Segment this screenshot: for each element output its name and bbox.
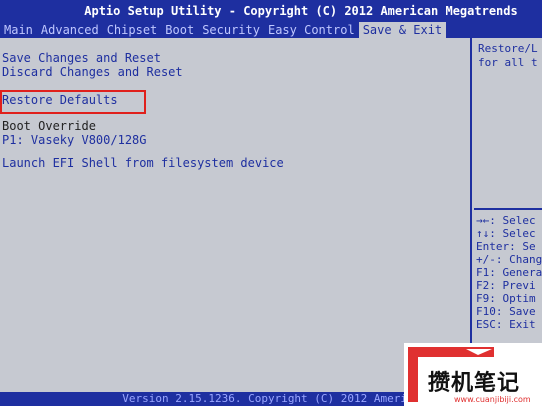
key-hint: F2: Previ xyxy=(476,279,536,292)
menu-main[interactable]: Main xyxy=(0,22,37,38)
watermark-url: www.cuanjibiji.com xyxy=(454,395,531,404)
option-boot-device[interactable]: P1: Vaseky V800/128G xyxy=(2,133,147,147)
help-divider xyxy=(474,208,542,210)
menu-bar: Main Advanced Chipset Boot Security Easy Cont… xyxy=(0,22,542,38)
menu-easy-control[interactable]: Easy Control xyxy=(264,22,359,38)
watermark-text: 攒机笔记 xyxy=(428,371,521,396)
title-bar: Aptio Setup Utility - Copyright (C) 2012… xyxy=(0,0,542,22)
boot-override-heading: Boot Override xyxy=(2,119,96,133)
watermark: 攒机笔记 www.cuanjibiji.com xyxy=(404,343,542,406)
key-hint: Enter: Se xyxy=(476,240,536,253)
option-save-changes-reset[interactable]: Save Changes and Reset xyxy=(2,51,161,65)
key-hint: F9: Optim xyxy=(476,292,536,305)
menu-save-exit[interactable]: Save & Exit xyxy=(358,22,447,38)
option-restore-defaults[interactable]: Restore Defaults xyxy=(2,93,118,107)
key-hint: →←: Selec xyxy=(476,214,536,227)
help-line: Restore/L xyxy=(478,42,538,55)
option-launch-efi-shell[interactable]: Launch EFI Shell from filesystem device xyxy=(2,156,284,170)
help-description: Restore/L for all t xyxy=(478,42,538,70)
menu-advanced[interactable]: Advanced xyxy=(37,22,103,38)
key-hint: F10: Save xyxy=(476,305,536,318)
help-panel: Restore/L for all t →←: Selec ↑↓: Selec … xyxy=(474,38,542,393)
key-hint: F1: Genera xyxy=(476,266,542,279)
menu-chipset[interactable]: Chipset xyxy=(103,22,162,38)
key-hint: +/-: Chang xyxy=(476,253,542,266)
key-hint: ↑↓: Selec xyxy=(476,227,536,240)
menu-security[interactable]: Security xyxy=(198,22,264,38)
main-panel: Save Changes and Reset Discard Changes a… xyxy=(0,38,472,393)
key-hint: ESC: Exit xyxy=(476,318,536,331)
menu-boot[interactable]: Boot xyxy=(161,22,198,38)
help-line: for all t xyxy=(478,56,538,69)
bios-screen: Aptio Setup Utility - Copyright (C) 2012… xyxy=(0,0,542,406)
option-discard-changes-reset[interactable]: Discard Changes and Reset xyxy=(2,65,183,79)
key-legend: →←: Selec ↑↓: Selec Enter: Se +/-: Chang… xyxy=(476,214,542,331)
